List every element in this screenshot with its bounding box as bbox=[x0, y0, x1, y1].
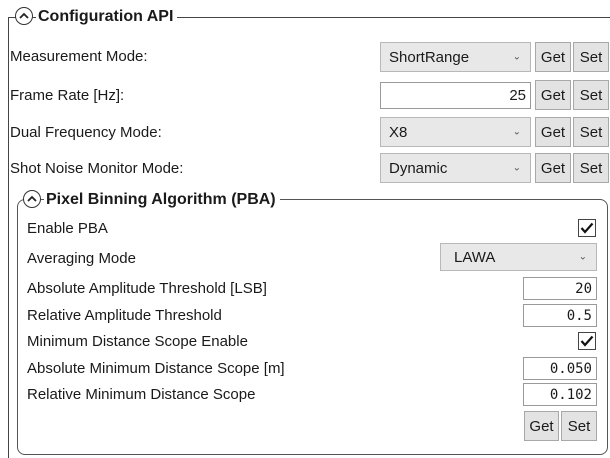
abs-amplitude-threshold-input[interactable]: 20 bbox=[523, 277, 597, 300]
chevron-down-icon: ⌄ bbox=[578, 251, 587, 263]
shot-noise-monitor-mode-set-button[interactable]: Set bbox=[573, 153, 609, 183]
measurement-mode-value: ShortRange bbox=[389, 48, 470, 66]
config-collapse-button[interactable] bbox=[15, 7, 33, 25]
dual-frequency-mode-label: Dual Frequency Mode: bbox=[10, 124, 162, 141]
rel-amplitude-threshold-input[interactable]: 0.5 bbox=[523, 304, 597, 327]
rel-amplitude-threshold-label: Relative Amplitude Threshold bbox=[27, 307, 222, 324]
rel-min-distance-scope-label: Relative Minimum Distance Scope bbox=[27, 386, 256, 403]
abs-min-distance-scope-label: Absolute Minimum Distance Scope [m] bbox=[27, 360, 285, 377]
pba-section-title: Pixel Binning Algorithm (PBA) bbox=[44, 190, 280, 210]
averaging-mode-value: LAWA bbox=[454, 248, 496, 266]
rel-min-distance-scope-input[interactable]: 0.102 bbox=[523, 383, 597, 406]
dual-frequency-mode-set-button[interactable]: Set bbox=[573, 117, 609, 147]
shot-noise-monitor-mode-get-button[interactable]: Get bbox=[535, 153, 571, 183]
measurement-mode-get-button[interactable]: Get bbox=[535, 42, 571, 72]
shot-noise-monitor-mode-select[interactable]: Dynamic ⌄ bbox=[380, 153, 531, 183]
enable-pba-label: Enable PBA bbox=[27, 220, 108, 237]
dual-frequency-mode-get-button[interactable]: Get bbox=[535, 117, 571, 147]
measurement-mode-select[interactable]: ShortRange ⌄ bbox=[380, 42, 531, 72]
checkmark-icon bbox=[580, 335, 594, 347]
config-frame-left-border bbox=[8, 17, 9, 458]
checkmark-icon bbox=[580, 222, 594, 234]
averaging-mode-select[interactable]: LAWA ⌄ bbox=[440, 243, 597, 271]
abs-min-distance-scope-input[interactable]: 0.050 bbox=[523, 357, 597, 380]
chevron-down-icon: ⌄ bbox=[512, 51, 521, 63]
averaging-mode-label: Averaging Mode bbox=[27, 250, 136, 267]
shot-noise-monitor-mode-label: Shot Noise Monitor Mode: bbox=[10, 160, 184, 177]
measurement-mode-label: Measurement Mode: bbox=[10, 48, 148, 65]
measurement-mode-set-button[interactable]: Set bbox=[573, 42, 609, 72]
chevron-up-icon bbox=[27, 195, 37, 202]
shot-noise-monitor-mode-value: Dynamic bbox=[389, 159, 448, 177]
dual-frequency-mode-select[interactable]: X8 ⌄ bbox=[380, 117, 531, 147]
pba-get-button[interactable]: Get bbox=[524, 411, 559, 441]
pba-set-button[interactable]: Set bbox=[561, 411, 597, 441]
frame-rate-set-button[interactable]: Set bbox=[573, 80, 609, 110]
abs-amplitude-threshold-label: Absolute Amplitude Threshold [LSB] bbox=[27, 280, 267, 297]
chevron-down-icon: ⌄ bbox=[512, 126, 521, 138]
chevron-up-icon bbox=[19, 12, 29, 19]
min-distance-scope-enable-label: Minimum Distance Scope Enable bbox=[27, 333, 248, 350]
config-section-title: Configuration API bbox=[36, 7, 178, 27]
frame-rate-input[interactable]: 25 bbox=[380, 82, 531, 109]
min-distance-scope-enable-checkbox[interactable] bbox=[578, 332, 596, 350]
pba-collapse-button[interactable] bbox=[23, 190, 41, 208]
dual-frequency-mode-value: X8 bbox=[389, 123, 408, 141]
chevron-down-icon: ⌄ bbox=[512, 162, 521, 174]
frame-rate-get-button[interactable]: Get bbox=[535, 80, 571, 110]
frame-rate-label: Frame Rate [Hz]: bbox=[10, 87, 125, 104]
enable-pba-checkbox[interactable] bbox=[578, 219, 596, 237]
